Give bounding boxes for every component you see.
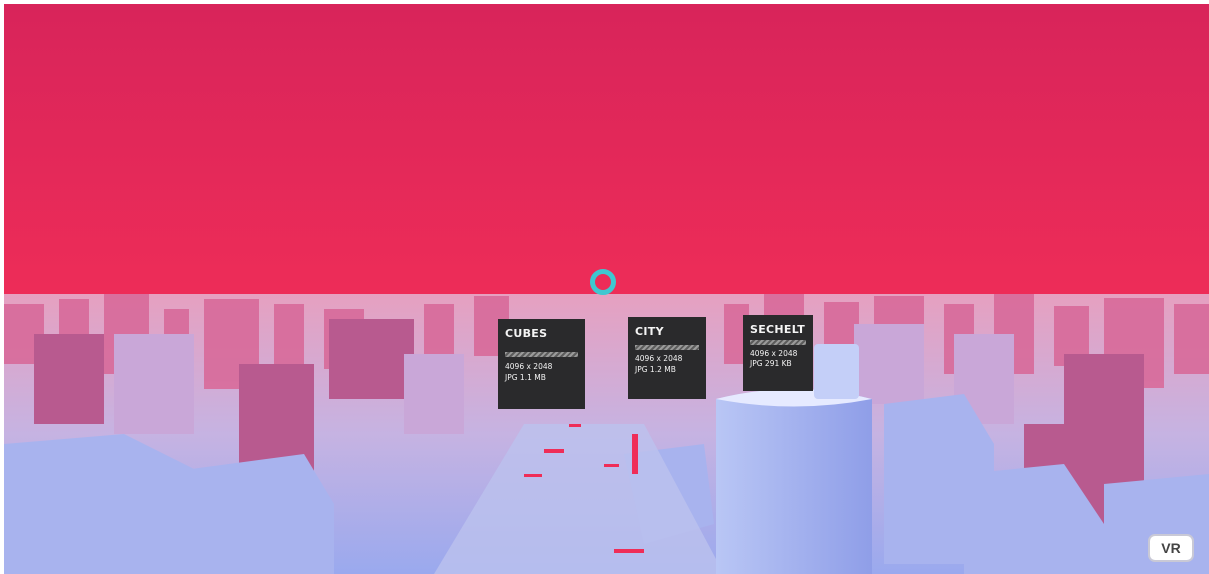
vr-scene[interactable]: CUBES 4096 x 2048 JPG 1.1 MB CITY 4096 x… [4,4,1209,574]
gaze-reticle [590,269,616,295]
enter-vr-button[interactable]: VR [1148,534,1194,562]
card-divider [505,352,578,357]
card-title: CITY [635,325,664,338]
card-divider [635,345,699,350]
card-resolution: 4096 x 2048 [750,349,798,358]
card-format: JPG 1.2 MB [635,365,676,374]
card-divider [750,340,806,345]
card-title: SECHELT [750,323,806,336]
card-title: CUBES [505,327,548,340]
panorama-card-cubes[interactable]: CUBES 4096 x 2048 JPG 1.1 MB [498,319,585,409]
panorama-card-city[interactable]: CITY 4096 x 2048 JPG 1.2 MB [628,317,706,399]
card-format: JPG 291 KB [750,359,792,368]
card-resolution: 4096 x 2048 [505,362,553,371]
card-resolution: 4096 x 2048 [635,354,683,363]
card-format: JPG 1.1 MB [505,373,546,382]
panorama-card-sechelt[interactable]: SECHELT 4096 x 2048 JPG 291 KB [743,315,813,391]
